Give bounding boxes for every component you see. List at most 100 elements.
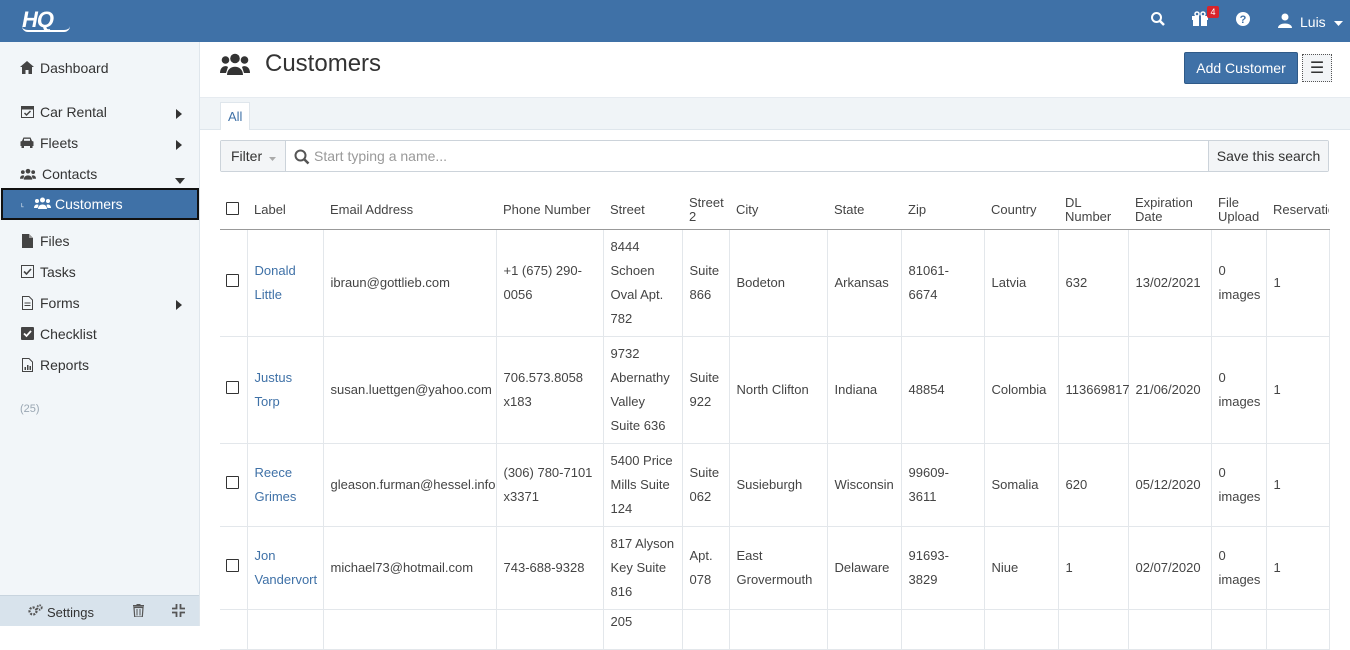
column-header[interactable]: Label <box>247 191 323 230</box>
hamburger-menu-button[interactable]: ☰ <box>1302 54 1332 82</box>
users-icon <box>34 196 51 212</box>
tab-all[interactable]: All <box>220 102 251 130</box>
customer-link[interactable]: Jon Vandervort <box>247 526 324 610</box>
filter-dropdown[interactable]: Filter <box>221 141 286 171</box>
customer-link[interactable]: Donald Little <box>247 229 324 337</box>
table-row[interactable]: Reece Grimes gleason.furman@hessel.info (3… <box>220 443 1330 527</box>
table-cell: michael73@hotmail.com <box>323 526 497 610</box>
table-cell: 02/07/2020 <box>1128 526 1212 610</box>
sidebar-count: (25) <box>20 403 40 415</box>
column-header[interactable]: DL Number <box>1058 191 1128 230</box>
select-all-cell <box>220 191 247 230</box>
sidebar-item-label: Tasks <box>40 263 76 280</box>
table-cell: Susieburgh <box>729 443 828 527</box>
sidebar-item-files[interactable]: Files <box>0 225 200 256</box>
table-cell: 0 images <box>1211 336 1267 444</box>
column-header[interactable]: Phone Number <box>496 191 603 230</box>
table-cell: 21/06/2020 <box>1128 336 1212 444</box>
sidebar-item-customers[interactable]: ˪ Customers <box>1 188 199 220</box>
table-cell: Indiana <box>827 336 902 444</box>
trash-icon[interactable] <box>133 604 144 620</box>
table-cell: 05/12/2020 <box>1128 443 1212 527</box>
table-row[interactable]: 205 <box>220 609 1330 650</box>
table-cell: Suite 062 <box>682 443 730 527</box>
sidebar-item-label: Checklist <box>40 325 97 342</box>
row-select-cell <box>220 336 248 444</box>
table-cell: gleason.furman@hessel.info <box>323 443 497 527</box>
table-row[interactable]: Jon Vandervort michael73@hotmail.com 743-6… <box>220 526 1330 610</box>
table-row[interactable]: Donald Little ibraun@gottlieb.com +1 (675)… <box>220 229 1330 337</box>
calendar-check-icon <box>20 105 34 119</box>
sidebar-item-tasks[interactable]: Tasks <box>0 256 200 287</box>
customer-link[interactable]: Justus Torp <box>247 336 324 444</box>
column-header[interactable]: Country <box>984 191 1058 230</box>
table-cell: 1 <box>1266 526 1330 610</box>
row-select-cell <box>220 443 248 527</box>
user-icon <box>1278 13 1292 31</box>
table-cell: North Clifton <box>729 336 828 444</box>
caret-right-icon <box>176 137 182 153</box>
sidebar-item-label: Forms <box>40 294 80 311</box>
compress-icon[interactable] <box>172 604 185 620</box>
row-checkbox[interactable] <box>226 475 239 489</box>
sidebar-item-forms[interactable]: Forms <box>0 287 200 318</box>
save-search-button[interactable]: Save this search <box>1208 141 1328 171</box>
search-input[interactable] <box>286 141 1208 171</box>
column-header[interactable]: Email Address <box>323 191 496 230</box>
table-cell <box>496 609 604 650</box>
help-icon[interactable]: ? <box>1235 11 1255 31</box>
row-checkbox[interactable] <box>226 558 239 572</box>
row-checkbox[interactable] <box>226 380 239 394</box>
sidebar-item-dashboard[interactable]: Dashboard <box>0 52 200 83</box>
column-header[interactable]: Expiration Date <box>1128 191 1211 230</box>
column-header[interactable]: Street 2 <box>682 191 729 230</box>
caret-down-icon <box>269 148 277 164</box>
table-cell: 1 <box>1266 229 1330 337</box>
sidebar-item-car-rental[interactable]: Car Rental <box>0 96 200 127</box>
settings-label: Settings <box>47 604 94 620</box>
menu-icon: ☰ <box>1309 60 1325 77</box>
customer-link[interactable] <box>247 609 324 650</box>
column-header[interactable]: Reservation Count <box>1266 191 1329 230</box>
customer-link[interactable]: Reece Grimes <box>247 443 324 527</box>
tabs-bar: All <box>200 98 1350 130</box>
caret-right-icon <box>176 297 182 313</box>
submenu-indent-icon: ˪ <box>21 199 24 209</box>
table-cell: Bodeton <box>729 229 828 337</box>
table-cell: 5400 Price Mills Suite 124 <box>603 443 683 527</box>
table-cell: 205 <box>603 609 683 650</box>
add-customer-button[interactable]: Add Customer <box>1184 52 1298 84</box>
table-cell: Delaware <box>827 526 902 610</box>
table-cell: 1 <box>1266 336 1330 444</box>
table-cell: +1 (675) 290-0056 <box>496 229 604 337</box>
sidebar-item-fleets[interactable]: Fleets <box>0 127 200 158</box>
search-icon[interactable] <box>1150 11 1170 31</box>
table-cell: 48854 <box>901 336 985 444</box>
table-cell <box>984 609 1059 650</box>
column-header[interactable]: Street <box>603 191 682 230</box>
table-cell <box>729 609 828 650</box>
table-cell: 817 Alyson Key Suite 816 <box>603 526 683 610</box>
column-header[interactable]: State <box>827 191 901 230</box>
caret-down-icon <box>1333 14 1343 30</box>
sidebar-item-reports[interactable]: Reports <box>0 349 200 380</box>
filter-bar: Filter Save this search <box>220 140 1329 172</box>
table-cell: Suite 866 <box>682 229 730 337</box>
table-cell <box>1128 609 1212 650</box>
sidebar-item-checklist[interactable]: Checklist <box>0 318 200 349</box>
notification-badge: 4 <box>1207 6 1219 18</box>
table-cell: 620 <box>1058 443 1129 527</box>
settings-button[interactable]: Settings <box>28 604 94 620</box>
column-header[interactable]: City <box>729 191 827 230</box>
select-all-checkbox[interactable] <box>226 201 239 215</box>
cogs-icon <box>28 604 43 620</box>
table-cell: Apt. 078 <box>682 526 730 610</box>
table-row[interactable]: Justus Torp susan.luettgen@yahoo.com 706.5… <box>220 336 1330 444</box>
sidebar-item-contacts[interactable]: Contacts <box>0 158 200 189</box>
user-menu[interactable]: Luis <box>1278 13 1343 31</box>
row-checkbox[interactable] <box>226 273 239 287</box>
column-header[interactable]: Zip <box>901 191 984 230</box>
table-cell: East Grovermouth <box>729 526 828 610</box>
home-icon <box>20 61 34 75</box>
column-header[interactable]: File Upload <box>1211 191 1266 230</box>
